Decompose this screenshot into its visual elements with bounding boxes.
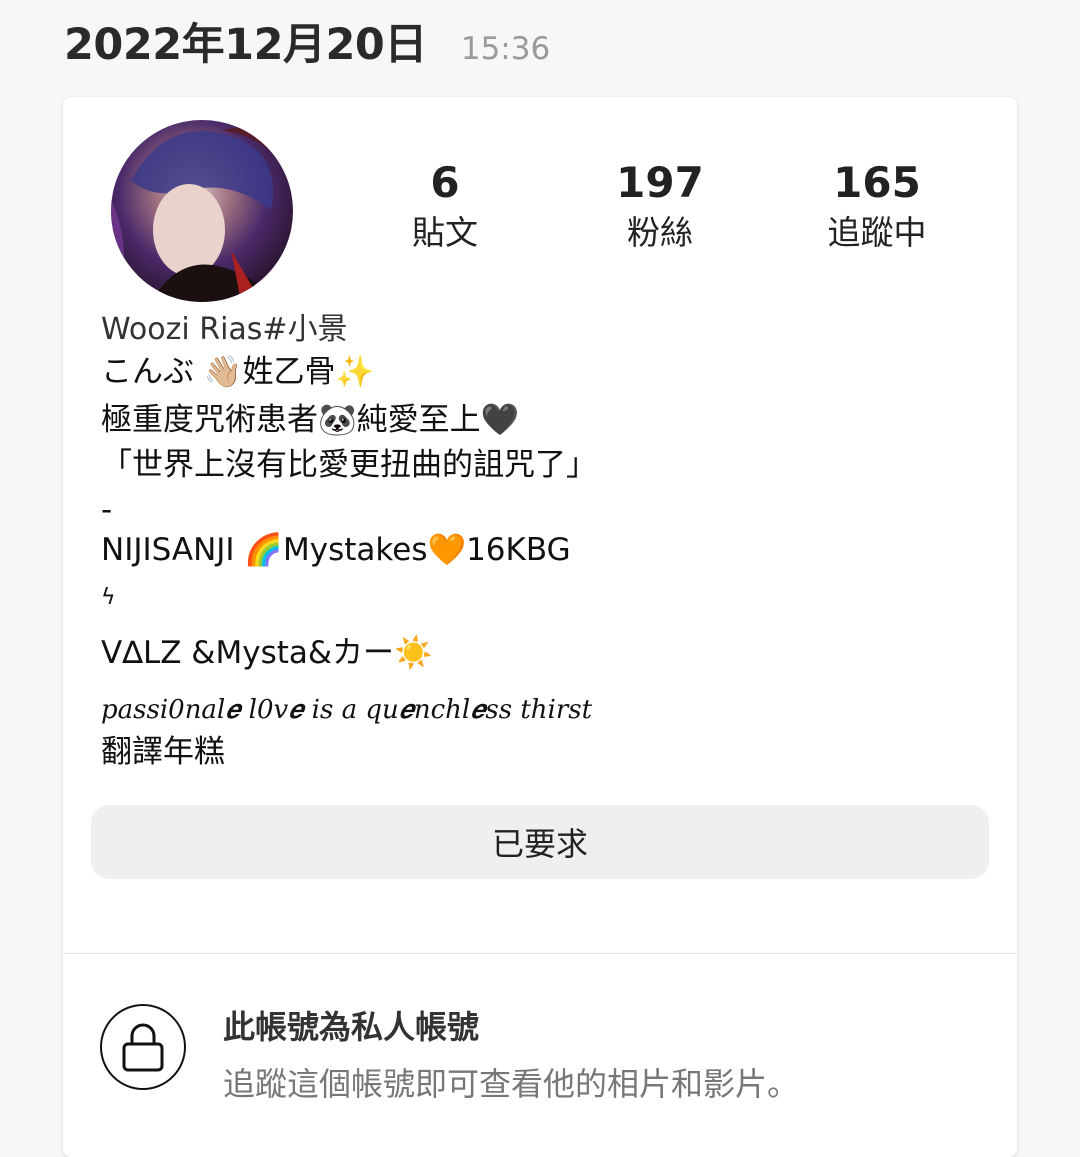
followers-label: 粉絲 — [627, 213, 693, 252]
profile-card: 6 貼文 197 粉絲 165 追蹤中 Woozi Rias#小景 こんぶ 👋🏼… — [63, 97, 1017, 1157]
following-count: 165 — [833, 158, 921, 207]
bio-line: V∆LZ &Mysta&カー☀️ — [101, 635, 433, 671]
bio-line: 極重度咒術患者🐼純愛至上🖤 — [101, 402, 520, 438]
bio-line: - — [101, 492, 113, 528]
bio-line: ϟ — [101, 585, 116, 610]
bio-line: こんぶ 👋🏼姓乙骨✨ — [101, 354, 375, 390]
profile-name: Woozi Rias#小景 — [101, 312, 348, 347]
date-label: 2022年12月20日 — [64, 20, 427, 70]
following-label: 追蹤中 — [827, 213, 927, 252]
header: 2022年12月20日 15:36 — [64, 10, 550, 72]
bio-line: 翻譯年糕 — [101, 734, 225, 770]
private-account-title: 此帳號為私人帳號 — [223, 1008, 480, 1046]
divider — [63, 953, 1017, 954]
posts-count: 6 — [430, 158, 460, 207]
requested-button[interactable]: 已要求 — [91, 805, 989, 879]
profile-avatar[interactable] — [111, 120, 293, 302]
stat-following[interactable]: 165 追蹤中 — [777, 158, 977, 252]
private-account-description: 追蹤這個帳號即可查看他的相片和影片。 — [223, 1065, 800, 1103]
followers-count: 197 — [616, 158, 704, 207]
posts-label: 貼文 — [412, 213, 478, 252]
bio-line: NIJISANJI 🌈Mystakes🧡16KBG — [101, 532, 571, 568]
stat-posts[interactable]: 6 貼文 — [345, 158, 545, 252]
bio-line: passi0nal𝒆 l0v𝒆 is a qu𝒆nchl𝒆ss thirst — [101, 695, 593, 725]
lock-icon — [100, 1004, 186, 1090]
avatar-image-icon — [111, 120, 293, 302]
stat-followers[interactable]: 197 粉絲 — [560, 158, 760, 252]
bio-line: 「世界上沒有比愛更扭曲的詛咒了」 — [101, 447, 597, 483]
time-label: 15:36 — [460, 31, 551, 67]
